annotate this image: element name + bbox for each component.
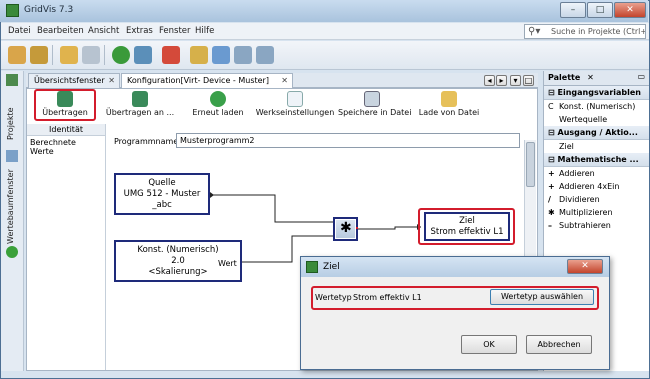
wertetyp-label: Wertetyp (315, 293, 352, 302)
node-target: Strom effektiv L1 (430, 227, 504, 237)
dialog-close-button[interactable]: ✕ (567, 259, 603, 274)
node-title: Konst. (Numerisch) (137, 245, 219, 255)
palette-item-subtrahieren[interactable]: – Subtrahieren (544, 219, 649, 232)
node-title: Quelle (148, 178, 176, 188)
constant-icon: C (548, 102, 554, 111)
output-port[interactable] (356, 227, 358, 229)
palette-section-header[interactable]: ⊟ Mathematische ... (544, 153, 649, 167)
palette-item-dividieren[interactable]: / Dividieren (544, 193, 649, 206)
dialog-title: Ziel (323, 262, 340, 272)
node-quelle[interactable]: Quelle UMG 512 - Muster _abc (114, 173, 210, 215)
plus-icon: + (548, 169, 555, 178)
palette-title: Palette (548, 73, 581, 82)
wertetyp-value: Strom effektiv L1 (353, 293, 422, 302)
select-value-type-button[interactable]: Wertetyp auswählen (490, 289, 594, 305)
cancel-button[interactable]: Abbrechen (526, 335, 592, 354)
palette-header: Palette ✕ ▭ (544, 71, 649, 86)
palette-item-addieren-4xein[interactable]: + Addieren 4xEin (544, 180, 649, 193)
node-konst[interactable]: Konst. (Numerisch) 2.0 <Skalierung> Wert (114, 240, 242, 282)
palette-item-multiplizieren[interactable]: ✱ Multiplizieren (544, 206, 649, 219)
node-device: UMG 512 - Muster (123, 189, 201, 199)
minimize-palette-icon[interactable]: ▭ (637, 72, 645, 81)
plus-icon: + (548, 182, 555, 191)
close-palette-icon[interactable]: ✕ (587, 73, 594, 82)
divide-icon: / (548, 195, 551, 204)
app-logo-icon (306, 261, 318, 273)
node-value: _abc (152, 200, 172, 210)
palette-item-wertequelle[interactable]: Wertequelle (544, 113, 649, 126)
palette-section-header[interactable]: ⊟ Ausgang / Aktio... (544, 126, 649, 140)
node-title: Ziel (459, 216, 475, 226)
minus-icon: – (548, 221, 552, 230)
palette-item-konst[interactable]: C Konst. (Numerisch) (544, 100, 649, 113)
ziel-dialog: Ziel ✕ Wertetyp Strom effektiv L1 Wertet… (300, 256, 610, 370)
dialog-title-bar: Ziel ✕ (301, 257, 609, 277)
palette-item-addieren[interactable]: + Addieren (544, 167, 649, 180)
node-multiply[interactable]: ✱ (333, 217, 358, 241)
multiply-icon: ✱ (340, 220, 352, 236)
palette-section-header[interactable]: ⊟ Eingangsvariablen (544, 86, 649, 100)
multiply-icon: ✱ (548, 208, 555, 217)
ok-button[interactable]: OK (461, 335, 517, 354)
node-port-label: Wert (218, 259, 237, 268)
palette-item-ziel[interactable]: Ziel (544, 140, 649, 153)
node-ziel[interactable]: Ziel Strom effektiv L1 (424, 212, 510, 241)
